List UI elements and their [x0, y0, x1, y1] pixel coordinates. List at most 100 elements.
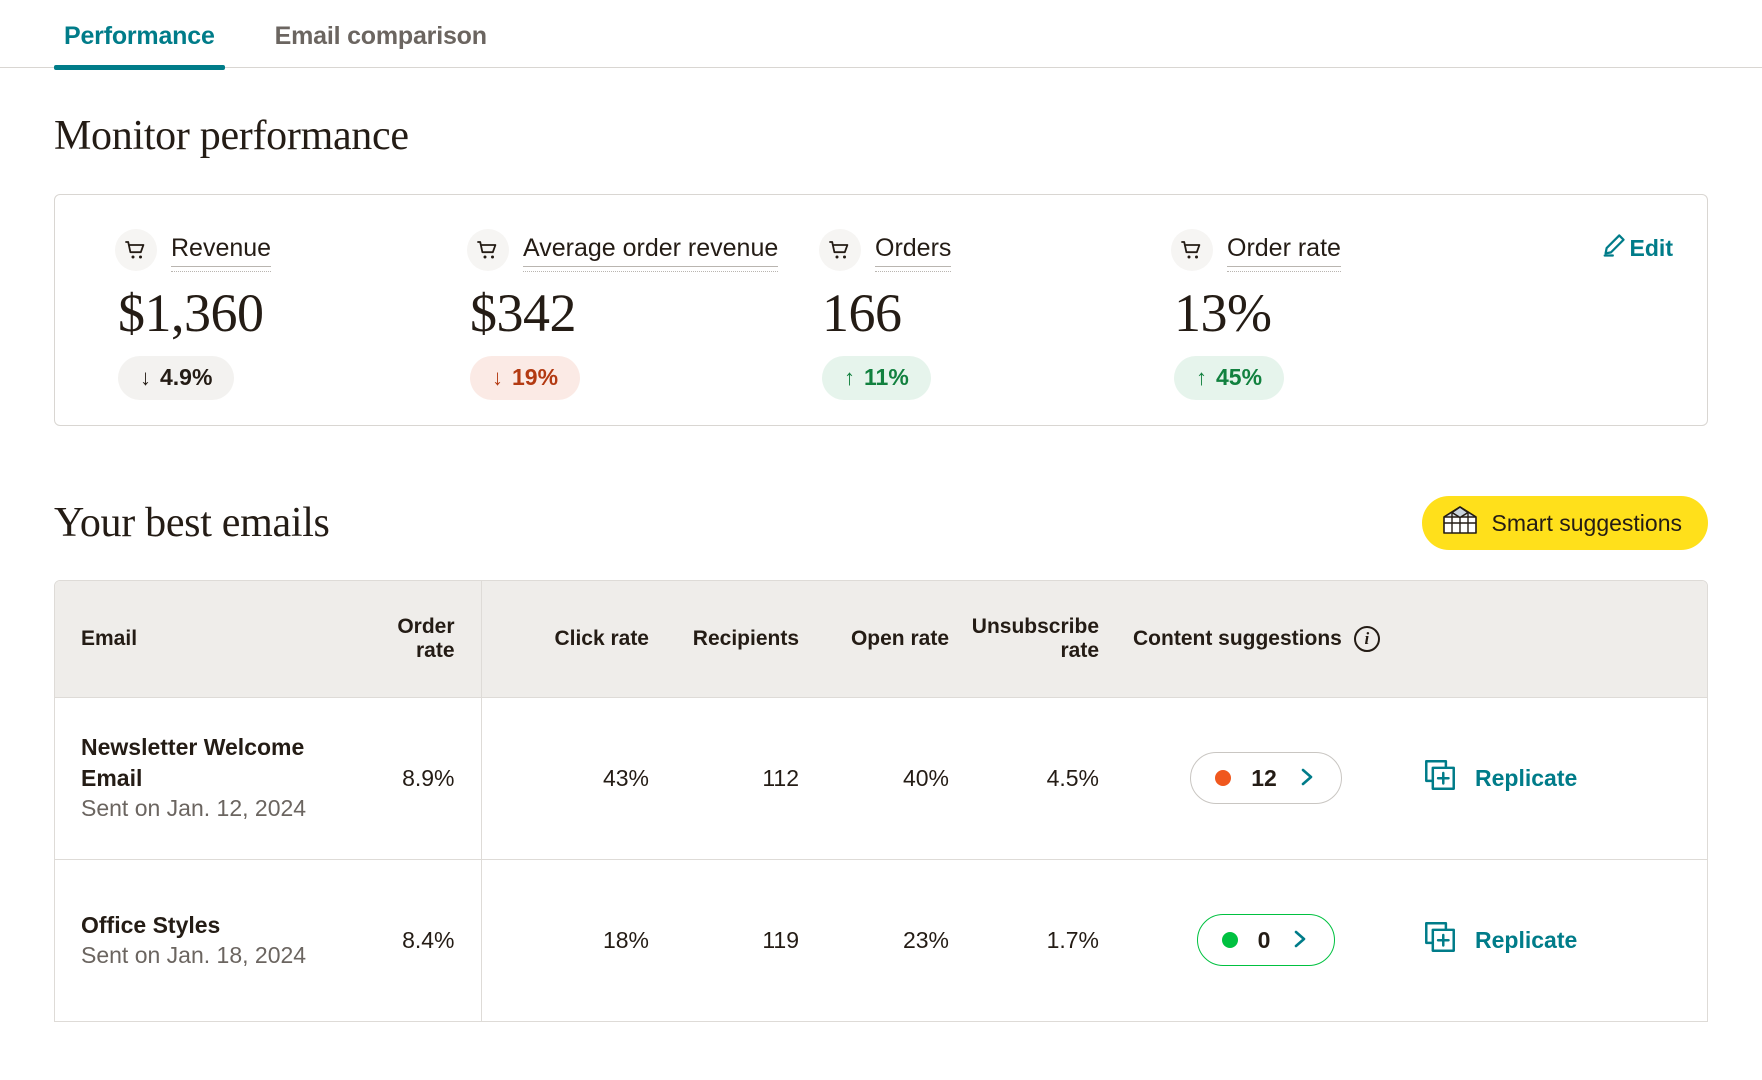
table-header-row: Email Order rate Click rate Recipients O… — [55, 581, 1707, 697]
kpi-order-rate-delta-badge: ↑ 45% — [1174, 355, 1285, 400]
table-header: Email Order rate Click rate Recipients O… — [55, 581, 1707, 697]
column-header-order-rate: Order rate — [355, 581, 482, 697]
content-suggestions-pill[interactable]: 12 — [1190, 752, 1342, 804]
shopping-cart-icon — [1171, 229, 1213, 271]
kpi-card: Revenue $1,360 ↓ 4.9% Average order reve… — [54, 194, 1708, 426]
column-header-actions — [1399, 581, 1707, 697]
kpi-order-rate-label: Order rate — [1227, 234, 1341, 272]
chevron-right-icon — [1297, 765, 1317, 792]
email-sent-date: Sent on Jan. 12, 2024 — [81, 795, 307, 822]
kpi-order-rate-head: Order rate — [1171, 229, 1463, 272]
cell-recipients: 119 — [762, 926, 799, 953]
tab-bar: Performance Email comparison — [0, 0, 1762, 70]
duplicate-icon — [1423, 920, 1457, 960]
shopping-cart-icon — [819, 229, 861, 271]
cell-open-rate: 40% — [902, 764, 949, 791]
cell-order-rate: 8.9% — [355, 697, 482, 859]
content-suggestions-pill[interactable]: 0 — [1196, 914, 1336, 967]
cell-recipients: 112 — [762, 764, 799, 791]
cell-replicate: Replicate — [1399, 859, 1707, 1021]
kpi-revenue-delta: 4.9% — [160, 364, 213, 391]
cell-click-rate: 43% — [602, 764, 649, 791]
kpi-aor-delta-badge: ↓ 19% — [470, 355, 581, 400]
status-dot-icon — [1221, 932, 1238, 949]
kpi-revenue-delta-badge: ↓ 4.9% — [118, 355, 235, 400]
kpi-revenue-head: Revenue — [115, 229, 407, 272]
replicate-label: Replicate — [1475, 764, 1578, 791]
cell-content-suggestions: 12 — [1099, 697, 1399, 859]
chevron-right-icon — [1290, 927, 1310, 954]
kpi-orders-delta-badge: ↑ 11% — [822, 355, 931, 400]
column-header-content-suggestions: Content suggestions i — [1099, 581, 1399, 697]
replicate-button[interactable]: Replicate — [1423, 758, 1577, 798]
best-emails-header: Your best emails Smart suggestions — [54, 496, 1708, 550]
kpi-revenue: Revenue $1,360 ↓ 4.9% — [55, 229, 407, 400]
table-row[interactable]: Office Styles Sent on Jan. 18, 2024 8.4%… — [55, 859, 1707, 1021]
shopping-cart-icon — [115, 229, 157, 271]
column-header-unsubscribe-rate: Unsubscribe rate — [971, 614, 1099, 662]
best-emails-table-wrap: Email Order rate Click rate Recipients O… — [54, 580, 1708, 1022]
column-header-open-rate: Open rate — [850, 626, 949, 650]
tab-email-comparison[interactable]: Email comparison — [265, 22, 497, 67]
cell-email: Office Styles Sent on Jan. 18, 2024 — [55, 859, 355, 1021]
page-title: Monitor performance — [54, 113, 409, 159]
kpi-orders-value: 166 — [822, 283, 902, 343]
content-suggestions-count: 0 — [1257, 926, 1271, 953]
info-icon[interactable]: i — [1353, 625, 1380, 652]
edit-button[interactable]: Edit — [1600, 231, 1673, 265]
tab-email-comparison-label: Email comparison — [274, 22, 487, 50]
edit-button-label: Edit — [1629, 234, 1673, 261]
cell-open-rate: 23% — [902, 926, 949, 953]
tab-performance-label: Performance — [64, 22, 215, 50]
content-suggestions-count: 12 — [1251, 764, 1277, 791]
kpi-revenue-label: Revenue — [171, 234, 272, 272]
cell-unsubscribe-rate: 1.7% — [1046, 926, 1099, 953]
column-header-content-suggestions-label: Content suggestions — [1133, 626, 1342, 650]
table-row[interactable]: Newsletter Welcome Email Sent on Jan. 12… — [55, 697, 1707, 859]
tab-performance[interactable]: Performance — [54, 22, 225, 70]
arrow-up-icon: ↑ — [844, 364, 855, 390]
cell-replicate: Replicate — [1399, 697, 1707, 859]
pencil-icon — [1600, 231, 1628, 265]
cell-email: Newsletter Welcome Email Sent on Jan. 12… — [55, 697, 355, 859]
kpi-orders-head: Orders — [819, 229, 1111, 272]
kpi-orders-label: Orders — [875, 234, 952, 272]
arrow-down-icon: ↓ — [140, 364, 151, 390]
table-body: Newsletter Welcome Email Sent on Jan. 12… — [55, 697, 1707, 1021]
kpi-order-rate-delta: 45% — [1216, 364, 1263, 391]
column-header-email: Email — [81, 626, 138, 650]
replicate-label: Replicate — [1475, 926, 1578, 953]
kpi-aor-delta: 19% — [512, 364, 559, 391]
kpi-row: Revenue $1,360 ↓ 4.9% Average order reve… — [55, 195, 1707, 400]
kpi-aor-head: Average order revenue — [467, 229, 779, 272]
kpi-orders-delta: 11% — [864, 364, 909, 391]
column-header-click-rate: Click rate — [554, 626, 649, 650]
kpi-order-rate: Order rate 13% ↑ 45% — [1111, 229, 1463, 400]
best-emails-table: Email Order rate Click rate Recipients O… — [55, 581, 1707, 1021]
kpi-aor-label: Average order revenue — [523, 234, 779, 272]
smart-suggestions-label: Smart suggestions — [1491, 509, 1682, 536]
kpi-revenue-value: $1,360 — [118, 283, 264, 343]
column-header-recipients: Recipients — [692, 626, 799, 650]
performance-page: Performance Email comparison Monitor per… — [0, 0, 1762, 1080]
best-emails-title: Your best emails — [54, 500, 330, 546]
cell-order-rate: 8.4% — [355, 859, 482, 1021]
kpi-aor-value: $342 — [470, 283, 577, 343]
cell-click-rate: 18% — [602, 926, 649, 953]
cell-unsubscribe-rate: 4.5% — [1046, 764, 1099, 791]
kpi-order-rate-value: 13% — [1174, 283, 1272, 343]
kpi-average-order-revenue: Average order revenue $342 ↓ 19% — [407, 229, 779, 400]
arrow-up-icon: ↑ — [1196, 364, 1207, 390]
duplicate-icon — [1423, 758, 1457, 798]
replicate-button[interactable]: Replicate — [1423, 920, 1577, 960]
greenhouse-icon — [1440, 503, 1480, 543]
kpi-orders: Orders 166 ↑ 11% — [759, 229, 1111, 400]
email-name: Newsletter Welcome Email — [81, 734, 305, 791]
status-dot-icon — [1215, 770, 1232, 786]
shopping-cart-icon — [467, 229, 509, 271]
cell-content-suggestions: 0 — [1099, 859, 1399, 1021]
smart-suggestions-button[interactable]: Smart suggestions — [1421, 496, 1708, 550]
email-sent-date: Sent on Jan. 18, 2024 — [81, 942, 307, 969]
arrow-down-icon: ↓ — [492, 364, 503, 390]
email-name: Office Styles — [81, 911, 221, 938]
